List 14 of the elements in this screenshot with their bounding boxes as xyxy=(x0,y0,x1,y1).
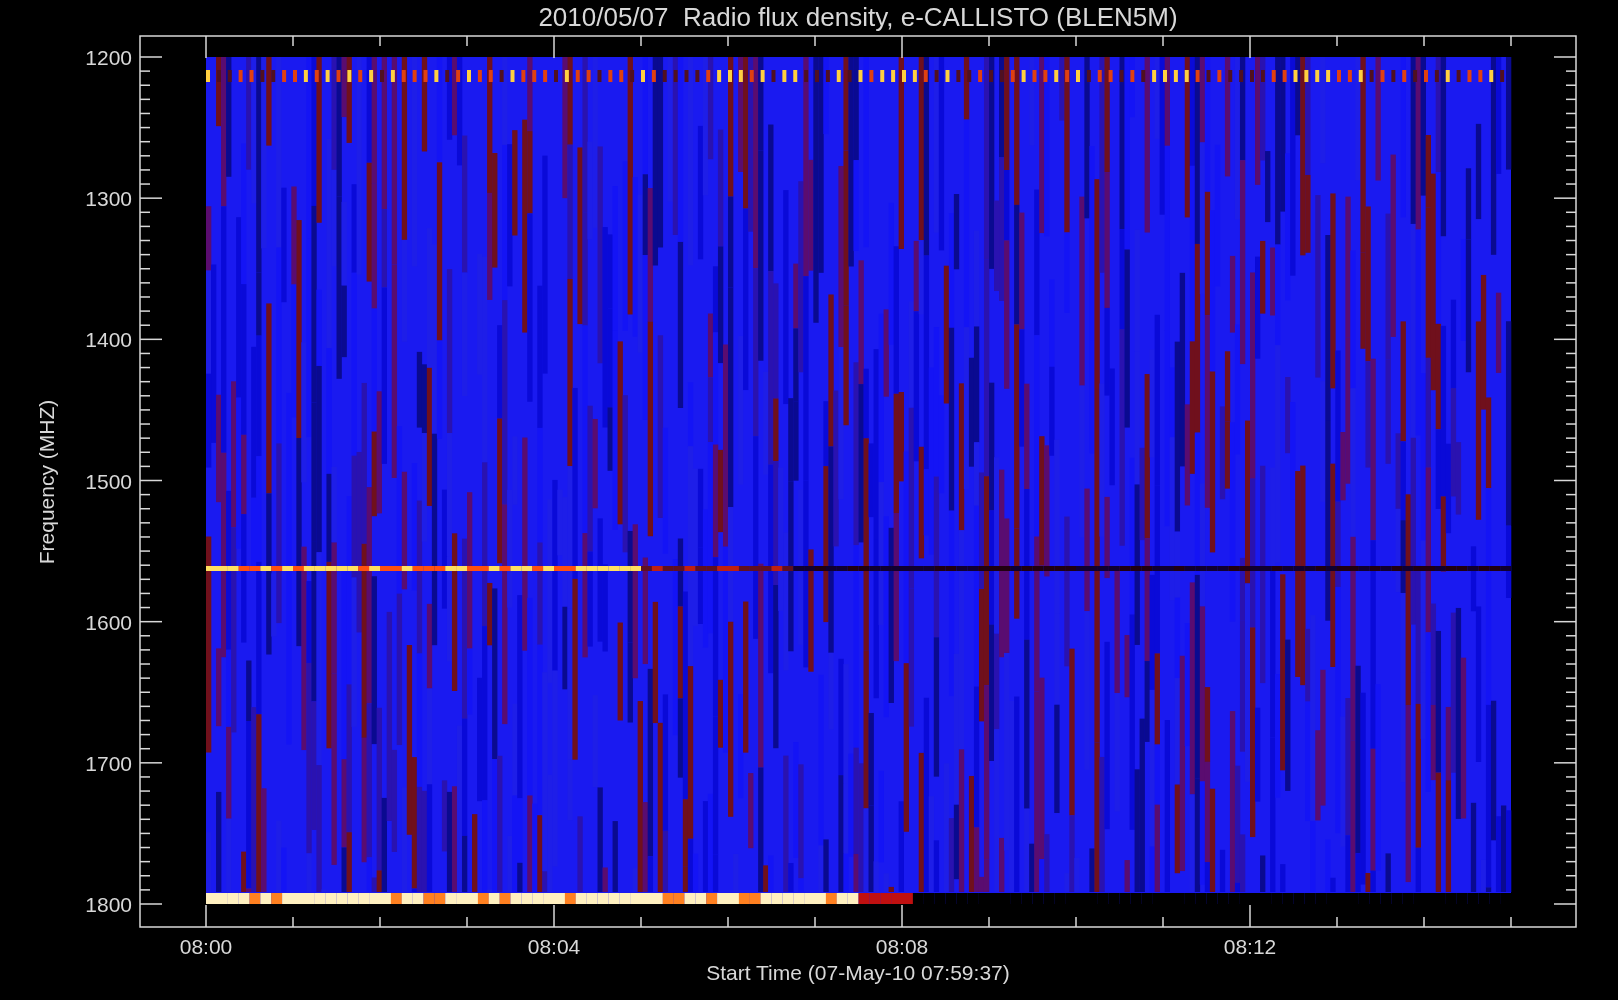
y-tick-label: 1500 xyxy=(85,469,132,493)
y-tick-label: 1200 xyxy=(85,46,132,69)
x-tick-label: 08:08 xyxy=(875,935,929,958)
chart-title: 2010/05/07 Radio flux density, e-CALLISTO (BLEN5M) xyxy=(538,2,1178,32)
x-tick-label: 08:00 xyxy=(179,935,233,958)
y-tick-label: 1600 xyxy=(85,610,132,634)
y-tick-label: 1700 xyxy=(85,751,132,775)
x-tick-label: 08:04 xyxy=(527,935,581,958)
y-tick-label: 1400 xyxy=(85,328,132,352)
x-axis-label: Start Time (07-May-10 07:59:37) xyxy=(706,961,1010,984)
x-tick-label: 08:12 xyxy=(1223,935,1277,958)
y-tick-label: 1800 xyxy=(85,893,132,916)
y-tick-label: 1300 xyxy=(85,187,132,211)
y-axis-label: Frequency (MHZ) xyxy=(35,399,58,565)
